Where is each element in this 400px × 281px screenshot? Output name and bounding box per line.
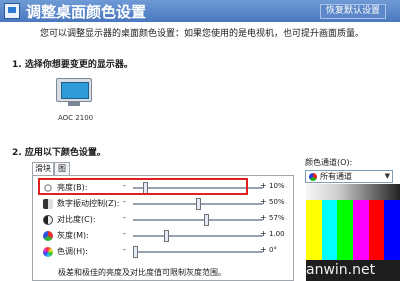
grayscale-test-strip [306,184,400,200]
vibrance-slider-thumb[interactable] [196,198,201,210]
brightness-value: 10% [269,182,285,190]
hue-minus: - [123,245,126,254]
color-channel-label: 颜色通道(O): [305,158,353,167]
gamma-value: 1.00 [269,230,285,238]
color-channel-select[interactable]: 所有通道 ▼ [305,170,393,183]
test-bar [368,200,385,260]
contrast-minus: - [123,213,126,222]
brightness-highlight-box [38,178,248,195]
vibrance-label: 数字振动控制(Z): [57,199,120,208]
monitor-label[interactable]: AOC 2100 [58,114,93,122]
intro-text: 您可以调整显示器的桌面颜色设置：如果您使用的是电视机，也可提升画面质量。 [40,29,365,39]
gamma-plus: + [260,229,267,238]
gamma-label: 灰度(M): [57,231,89,240]
gamma-minus: - [123,229,126,238]
tab-image[interactable]: 图 [54,162,70,176]
section-2-title: 2. 应用以下颜色设置。 [12,148,106,158]
vibrance-minus: - [123,197,126,206]
hue-label: 色调(H): [57,247,88,256]
contrast-icon [43,215,53,225]
range-note: 极差和极佳的亮度及对比度值可限制灰度范围。 [58,268,226,277]
contrast-slider-thumb[interactable] [204,214,209,226]
contrast-value: 57% [269,214,285,222]
hue-slider[interactable] [133,246,263,258]
vibrance-slider[interactable] [133,198,263,210]
color-settings-icon [4,3,20,19]
gamma-row: 灰度(M): - + 1.00 [41,229,291,243]
gamma-icon [43,231,53,241]
vibrance-plus: + [260,197,267,206]
brightness-plus: + [260,181,267,190]
vibrance-icon [43,199,53,209]
gamma-slider-thumb[interactable] [164,230,169,242]
test-bar [306,200,322,260]
test-bar [321,200,338,260]
hue-plus: + [260,245,267,254]
test-bar [337,200,354,260]
rgb-channel-icon [309,173,317,181]
color-test-bars [306,200,400,260]
hue-value: 0° [269,246,277,254]
page-title: 调整桌面颜色设置 [26,3,147,21]
hue-icon [43,247,53,257]
test-bar [353,200,369,260]
hue-row: 色调(H): - + 0° [41,245,291,259]
hue-slider-thumb[interactable] [133,246,138,258]
vibrance-row: 数字振动控制(Z): - + 50% [41,197,291,211]
contrast-slider[interactable] [133,214,263,226]
title-bar: 调整桌面颜色设置 恢复默认设置 [0,0,400,22]
vibrance-value: 50% [269,198,285,206]
monitor-icon[interactable] [56,78,92,106]
test-bar [384,200,400,260]
contrast-label: 对比度(C): [57,215,96,224]
contrast-plus: + [260,213,267,222]
gamma-slider[interactable] [133,230,263,242]
color-channel-value: 所有通道 [320,172,352,181]
section-1-title: 1. 选择你想要变更的显示器。 [12,60,133,70]
chevron-down-icon: ▼ [384,172,390,180]
watermark: anwin.net [306,262,376,278]
contrast-row: 对比度(C): - + 57% [41,213,291,227]
restore-defaults-button[interactable]: 恢复默认设置 [320,4,386,19]
